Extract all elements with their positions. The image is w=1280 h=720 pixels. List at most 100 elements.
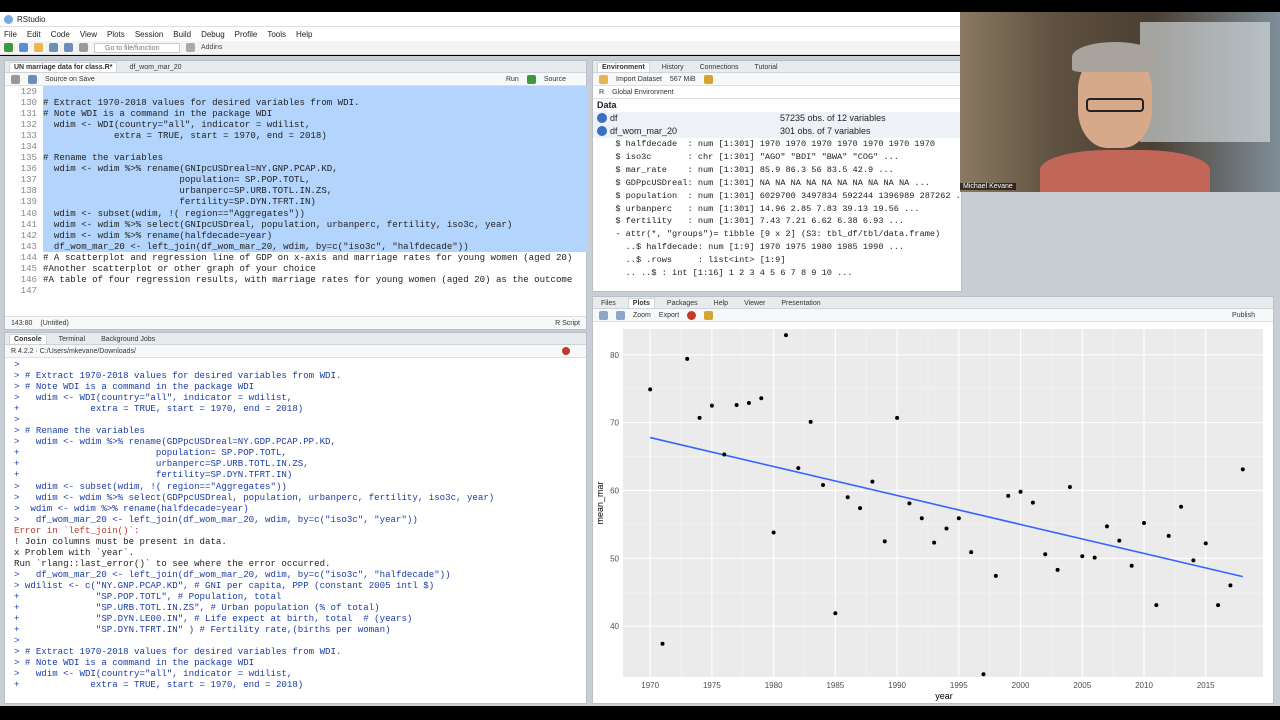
tab-help[interactable]: Help xyxy=(710,299,732,308)
line-text: wdim <- wdim %>% rename(GNIpcUSDreal=NY.… xyxy=(43,163,588,175)
scope-select[interactable]: Global Environment xyxy=(612,89,673,96)
save-script-icon[interactable] xyxy=(28,74,37,84)
prev-plot-icon[interactable] xyxy=(599,310,608,320)
grid-layout-icon[interactable] xyxy=(186,43,195,52)
menu-plots[interactable]: Plots xyxy=(107,30,125,39)
tab-script[interactable]: UN marriage data for class.R* xyxy=(9,62,118,72)
code-line[interactable]: 146 #A table of four regression results, … xyxy=(5,273,588,285)
line-number: 141 xyxy=(5,218,43,230)
tab-history[interactable]: History xyxy=(658,63,688,72)
console-output[interactable]: > > # Extract 1970-2018 values for desire… xyxy=(5,359,588,689)
data-point xyxy=(759,396,764,401)
menu-tools[interactable]: Tools xyxy=(267,30,286,39)
code-line[interactable]: 144 # A scatterplot and regression line o… xyxy=(5,251,588,263)
code-line[interactable]: 138 urbanperc=SP.URB.TOTL.IN.ZS, xyxy=(5,185,588,197)
tab-presentation[interactable]: Presentation xyxy=(777,299,824,308)
tab-terminal[interactable]: Terminal xyxy=(55,335,89,344)
save-all-icon[interactable] xyxy=(64,43,73,52)
code-line[interactable]: 140 wdim <- subset(wdim, !( region=="Agg… xyxy=(5,207,588,219)
rerun-icon[interactable] xyxy=(526,74,536,84)
menu-profile[interactable]: Profile xyxy=(235,30,258,39)
env-object-df-wom-mar-20[interactable]: df_wom_mar_20 301 obs. of 7 variables xyxy=(593,124,961,138)
console-line: + fertility=SP.DYN.TFRT.IN) xyxy=(14,469,293,481)
object-name: df xyxy=(610,113,618,124)
menu-view[interactable]: View xyxy=(80,30,97,39)
source-button[interactable]: Source xyxy=(544,76,566,83)
line-text: wdim <- wdim %>% rename(halfdecade=year) xyxy=(43,229,588,241)
console-line: > # Extract 1970-2018 values for desired… xyxy=(14,646,342,658)
menu-file[interactable]: File xyxy=(4,30,17,39)
import-dataset-button[interactable]: Import Dataset xyxy=(616,76,662,83)
tab-plots[interactable]: Plots xyxy=(627,298,655,308)
code-line[interactable]: 139 fertility=SP.DYN.TFRT.IN) xyxy=(5,196,588,208)
code-line[interactable]: 132 wdim <- WDI(country="all", indicator… xyxy=(5,119,588,131)
line-text: wdim <- subset(wdim, !( region=="Aggrega… xyxy=(43,207,588,219)
export-button[interactable]: Export xyxy=(659,312,679,319)
code-line[interactable]: 145 #Another scatterplot or other graph o… xyxy=(5,262,588,274)
next-plot-icon[interactable] xyxy=(616,310,625,320)
code-line[interactable]: 147 xyxy=(5,284,588,296)
zoom-button[interactable]: Zoom xyxy=(633,312,651,319)
code-line[interactable]: 130 # Extract 1970-2018 values for desire… xyxy=(5,97,588,109)
code-editor[interactable]: 129 130 # Extract 1970-2018 values for des… xyxy=(5,86,588,304)
console-line: > wdim <- wdim %>% rename(halfdecade=yea… xyxy=(14,502,249,514)
stop-icon[interactable] xyxy=(562,347,570,355)
code-line[interactable]: 135 # Rename the variables xyxy=(5,152,588,164)
editor-toolbar: Source on Save Run Source xyxy=(5,73,586,86)
menu-session[interactable]: Session xyxy=(135,30,163,39)
memory-usage[interactable]: 567 MiB xyxy=(670,76,696,83)
run-button[interactable]: Run xyxy=(506,76,519,83)
goto-file-input[interactable]: Go to file/function xyxy=(94,42,180,53)
menu-debug[interactable]: Debug xyxy=(201,30,225,39)
code-line[interactable]: 129 xyxy=(5,86,588,98)
save-icon[interactable] xyxy=(49,43,58,52)
open-file-icon[interactable] xyxy=(34,43,43,52)
console-line: + "SP.URB.TOTL.IN.ZS", # Urban populatio… xyxy=(14,602,380,614)
tab-files[interactable]: Files xyxy=(597,299,620,308)
tab-tutorial[interactable]: Tutorial xyxy=(751,63,782,72)
tab-environment[interactable]: Environment xyxy=(597,62,650,72)
code-line[interactable]: 141 wdim <- wdim %>% select(GNIpcUSDreal… xyxy=(5,218,588,230)
menu-help[interactable]: Help xyxy=(296,30,312,39)
code-line[interactable]: 133 extra = TRUE, start = 1970, end = 20… xyxy=(5,130,588,142)
source-on-save-checkbox[interactable]: Source on Save xyxy=(45,76,95,83)
broom-icon[interactable] xyxy=(703,74,713,84)
object-desc: 301 obs. of 7 variables xyxy=(780,126,871,137)
print-icon[interactable] xyxy=(79,43,88,52)
load-workspace-icon[interactable] xyxy=(599,74,608,84)
tab-background-jobs[interactable]: Background Jobs xyxy=(97,335,159,344)
tab-data-viewer[interactable]: df_wom_mar_20 xyxy=(125,63,185,72)
tab-connections[interactable]: Connections xyxy=(696,63,743,72)
code-line[interactable]: 137 population= SP.POP.TOTL, xyxy=(5,174,588,186)
clear-plots-icon[interactable] xyxy=(704,310,714,320)
env-object-df[interactable]: df 57235 obs. of 12 variables xyxy=(593,111,961,125)
line-text: # A scatterplot and regression line of G… xyxy=(43,251,573,263)
new-file-icon[interactable] xyxy=(4,43,13,52)
scope-indicator[interactable]: (Untitled) xyxy=(40,320,68,327)
collapse-icon[interactable] xyxy=(597,126,607,137)
new-project-icon[interactable] xyxy=(19,43,28,52)
language-select[interactable]: R xyxy=(599,89,604,96)
tab-console[interactable]: Console xyxy=(9,334,47,344)
tab-viewer[interactable]: Viewer xyxy=(740,299,769,308)
code-line[interactable]: 134 xyxy=(5,141,588,153)
publish-button[interactable]: Publish xyxy=(1232,312,1255,319)
tab-packages[interactable]: Packages xyxy=(663,299,702,308)
menu-code[interactable]: Code xyxy=(51,30,70,39)
menu-build[interactable]: Build xyxy=(173,30,191,39)
file-type[interactable]: R Script xyxy=(555,320,580,327)
expand-icon[interactable] xyxy=(597,113,607,124)
data-point xyxy=(870,479,875,484)
console-working-dir[interactable]: R 4.2.2 · C:/Users/mkevane/Downloads/ xyxy=(11,348,136,355)
remove-plot-icon[interactable] xyxy=(687,310,697,320)
code-line[interactable]: 142 wdim <- wdim %>% rename(halfdecade=y… xyxy=(5,229,588,241)
data-point xyxy=(882,539,887,544)
data-point xyxy=(1240,467,1245,472)
code-line[interactable]: 136 wdim <- wdim %>% rename(GNIpcUSDreal… xyxy=(5,163,588,175)
code-line[interactable]: 143 df_wom_mar_20 <- left_join(df_wom_ma… xyxy=(5,240,588,252)
menu-edit[interactable]: Edit xyxy=(27,30,41,39)
data-point xyxy=(1166,533,1171,538)
addins-menu[interactable]: Addins xyxy=(201,44,222,51)
code-line[interactable]: 131 # Note WDI is a command in the packag… xyxy=(5,108,588,120)
back-arrow-icon[interactable] xyxy=(11,74,20,84)
